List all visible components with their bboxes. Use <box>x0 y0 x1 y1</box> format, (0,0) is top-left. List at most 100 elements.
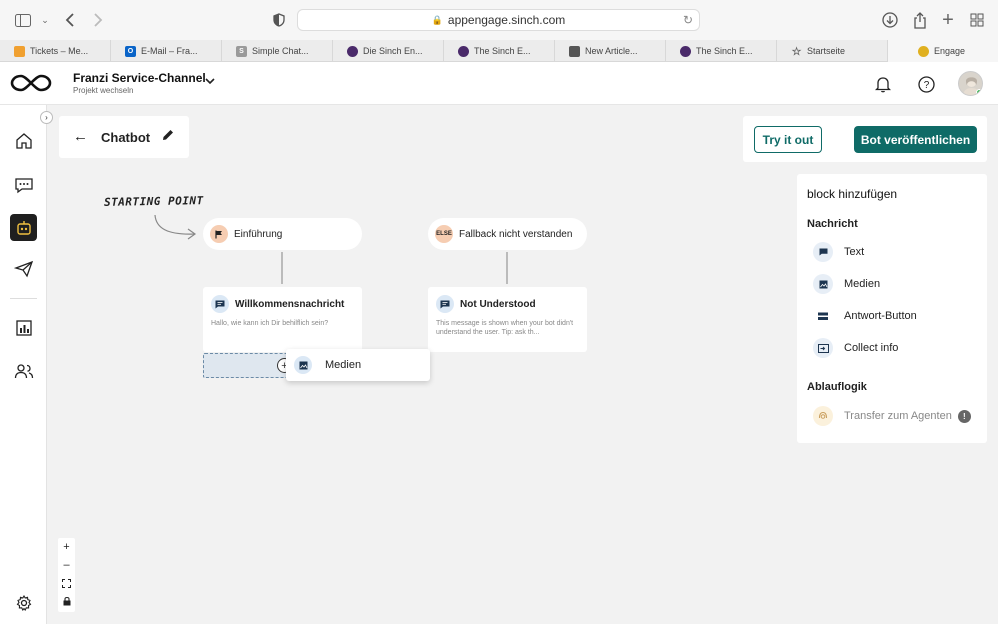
image-icon <box>294 356 312 374</box>
chevron-down-icon[interactable] <box>205 76 215 88</box>
flow-pill-fallback[interactable]: ELSE Fallback nicht verstanden <box>428 218 587 250</box>
tab-favicon-icon: S <box>236 45 247 57</box>
message-card-welcome[interactable]: Willkommensnachricht Hallo, wie kann ich… <box>203 287 362 352</box>
else-icon: ELSE <box>435 225 453 243</box>
tab-label: The Sinch E... <box>696 46 753 56</box>
nav-contacts[interactable] <box>10 357 37 384</box>
lock-icon[interactable] <box>58 592 75 610</box>
tab-favicon-icon <box>14 45 25 57</box>
browser-tabs: Tickets – Me... O E-Mail – Fra... S Simple… <box>0 40 998 62</box>
dragged-media-block[interactable]: Medien <box>286 349 430 381</box>
url-text: appengage.sinch.com <box>447 13 566 27</box>
chatbot-title-card: ← Chatbot <box>59 116 189 158</box>
message-icon <box>436 295 454 313</box>
message-card-title: Not Understood <box>460 299 536 310</box>
lock-icon: 🔒 <box>431 14 443 25</box>
browser-tab[interactable]: The Sinch E... <box>666 40 777 62</box>
app-header: Franzi Service-Channel Projekt wechseln … <box>0 62 998 105</box>
browser-tab-active[interactable]: Engage <box>888 40 998 62</box>
section-title-flow-logic: Ablauflogik <box>807 381 867 393</box>
nav-divider <box>10 298 37 299</box>
tab-label: Startseite <box>807 46 846 56</box>
tab-favicon-icon <box>347 45 358 57</box>
block-item-transfer-agent[interactable]: Transfer zum Agenten ! <box>813 405 983 427</box>
zoom-out-button[interactable]: – <box>58 556 75 574</box>
browser-tab[interactable]: S Simple Chat... <box>222 40 333 62</box>
browser-tab[interactable]: The Sinch E... <box>444 40 555 62</box>
back-icon[interactable] <box>60 10 80 30</box>
nav-expand-icon[interactable]: › <box>40 111 53 124</box>
dragged-block-label: Medien <box>325 359 362 371</box>
reload-icon[interactable]: ↻ <box>683 13 693 27</box>
publish-bot-button[interactable]: Bot veröffentlichen <box>854 126 977 153</box>
new-tab-icon[interactable]: + <box>938 9 958 31</box>
shield-icon[interactable] <box>269 10 289 30</box>
tab-label: Die Sinch En... <box>363 46 423 56</box>
forward-icon[interactable] <box>88 10 108 30</box>
project-switch-link[interactable]: Projekt wechseln <box>73 86 133 95</box>
back-arrow-icon[interactable]: ← <box>73 128 88 145</box>
bot-icon <box>16 220 31 235</box>
browser-tab[interactable]: Die Sinch En... <box>333 40 444 62</box>
flow-canvas[interactable]: ← Chatbot Try it out Bot veröffentlichen… <box>48 105 998 624</box>
tab-label: Engage <box>934 46 966 56</box>
sidebar-toggle-icon[interactable] <box>13 10 33 30</box>
message-card-text: Hallo, wie kann ich Dir behilflich sein? <box>211 320 329 327</box>
block-item-label: Medien <box>844 278 881 290</box>
button-block-icon <box>813 306 833 326</box>
tab-overview-icon[interactable] <box>967 10 987 30</box>
block-item-reply-button[interactable]: Antwort-Button <box>813 305 983 327</box>
chevron-down-icon[interactable]: ⌄ <box>35 10 55 30</box>
browser-tab[interactable]: Tickets – Me... <box>0 40 111 62</box>
block-item-text[interactable]: Text <box>813 241 983 263</box>
bell-icon[interactable] <box>873 74 893 94</box>
chat-icon <box>14 177 33 193</box>
gear-icon <box>16 594 31 611</box>
zoom-in-button[interactable]: + <box>58 538 75 556</box>
outlook-icon: O <box>125 45 136 57</box>
share-icon[interactable] <box>910 10 930 30</box>
try-it-out-button[interactable]: Try it out <box>754 126 822 153</box>
users-icon <box>14 363 33 378</box>
chart-icon <box>15 319 32 336</box>
project-title[interactable]: Franzi Service-Channel <box>73 71 206 85</box>
pencil-icon[interactable] <box>161 128 175 147</box>
nav-analytics[interactable] <box>10 314 37 341</box>
input-icon <box>813 338 833 358</box>
nav-settings[interactable] <box>10 589 37 616</box>
svg-text:?: ? <box>923 80 929 91</box>
download-icon[interactable] <box>880 10 900 30</box>
nav-campaigns[interactable] <box>10 255 37 282</box>
block-item-collect-info[interactable]: Collect info <box>813 337 983 359</box>
sinch-logo-icon[interactable] <box>10 72 52 99</box>
send-icon <box>13 260 33 277</box>
message-card-not-understood[interactable]: Not Understood This message is shown whe… <box>428 287 587 352</box>
left-nav: › <box>0 105 53 624</box>
nav-chatbot[interactable] <box>10 214 37 241</box>
block-item-media[interactable]: Medien <box>813 273 983 295</box>
browser-tab[interactable]: New Article... <box>555 40 666 62</box>
message-card-title: Willkommensnachricht <box>235 299 345 310</box>
starting-point-label: STARTING POINT <box>103 194 204 209</box>
flow-pill-label: Einführung <box>234 228 283 240</box>
online-status-dot <box>976 89 982 95</box>
message-card-text: This message is shown when your bot didn… <box>436 320 574 336</box>
message-icon <box>211 295 229 313</box>
help-icon[interactable]: ? <box>916 74 936 94</box>
browser-tab[interactable]: ☆ Startseite <box>777 40 888 62</box>
flow-connector <box>281 252 283 284</box>
address-bar[interactable]: 🔒 appengage.sinch.com ↻ <box>297 9 700 31</box>
nav-conversations[interactable] <box>10 171 37 198</box>
page-title: Chatbot <box>101 130 151 145</box>
flow-pill-einfuehrung[interactable]: Einführung <box>203 218 362 250</box>
fit-view-icon[interactable] <box>58 574 75 592</box>
block-item-label: Collect info <box>844 342 899 354</box>
browser-tab[interactable]: O E-Mail – Fra... <box>111 40 222 62</box>
nav-home[interactable] <box>10 127 37 154</box>
info-icon[interactable]: ! <box>957 409 971 423</box>
avatar[interactable] <box>958 71 983 96</box>
flow-connector <box>506 252 508 284</box>
add-block-panel: block hinzufügen Nachricht Text Medien A… <box>797 174 987 443</box>
tab-label: The Sinch E... <box>474 46 531 56</box>
tab-favicon-icon <box>458 45 469 57</box>
